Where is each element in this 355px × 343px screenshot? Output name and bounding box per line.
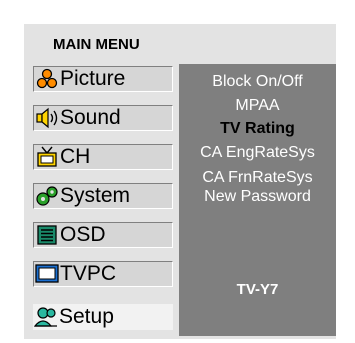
menu-title: MAIN MENU (53, 36, 140, 53)
menu-item-label: OSD (60, 223, 106, 246)
submenu-item-mpaa[interactable]: MPAA (179, 96, 336, 116)
submenu-item-tv-rating[interactable]: TV Rating (179, 119, 336, 139)
menu-item-picture[interactable]: Picture (33, 66, 173, 92)
menu-item-tvpc[interactable]: TVPC (33, 261, 173, 287)
submenu-panel: Block On/Off MPAA TV Rating CA EngRateSy… (179, 64, 336, 336)
monitor-icon (34, 262, 60, 286)
tv-antenna-icon (34, 145, 60, 169)
submenu-item-new-password[interactable]: New Password (179, 187, 336, 207)
menu-item-label: Picture (60, 67, 126, 90)
osd-list-icon (34, 223, 60, 247)
submenu-item-block-onoff[interactable]: Block On/Off (179, 72, 336, 92)
picture-icon (34, 67, 60, 91)
menu-item-osd[interactable]: OSD (33, 222, 173, 248)
gears-icon (34, 184, 60, 208)
menu-item-label: Sound (60, 106, 121, 129)
menu-item-sound[interactable]: Sound (33, 105, 173, 131)
speaker-icon (34, 106, 60, 130)
menu-item-ch[interactable]: CH (33, 144, 173, 170)
submenu-item-ca-engratesys[interactable]: CA EngRateSys (179, 143, 336, 163)
user-setup-icon (33, 305, 59, 329)
menu-item-system[interactable]: System (33, 183, 173, 209)
menu-item-label: System (60, 184, 131, 207)
menu-item-label: Setup (59, 305, 114, 328)
menu-item-setup[interactable]: Setup (33, 304, 173, 330)
main-menu-panel: MAIN MENU Picture Sound CH System OSD TV… (24, 24, 336, 339)
menu-item-label: CH (60, 145, 91, 168)
menu-item-label: TVPC (60, 262, 117, 285)
submenu-item-ca-frnratesys[interactable]: CA FrnRateSys (179, 168, 336, 188)
current-rating-value: TV-Y7 (236, 281, 279, 298)
